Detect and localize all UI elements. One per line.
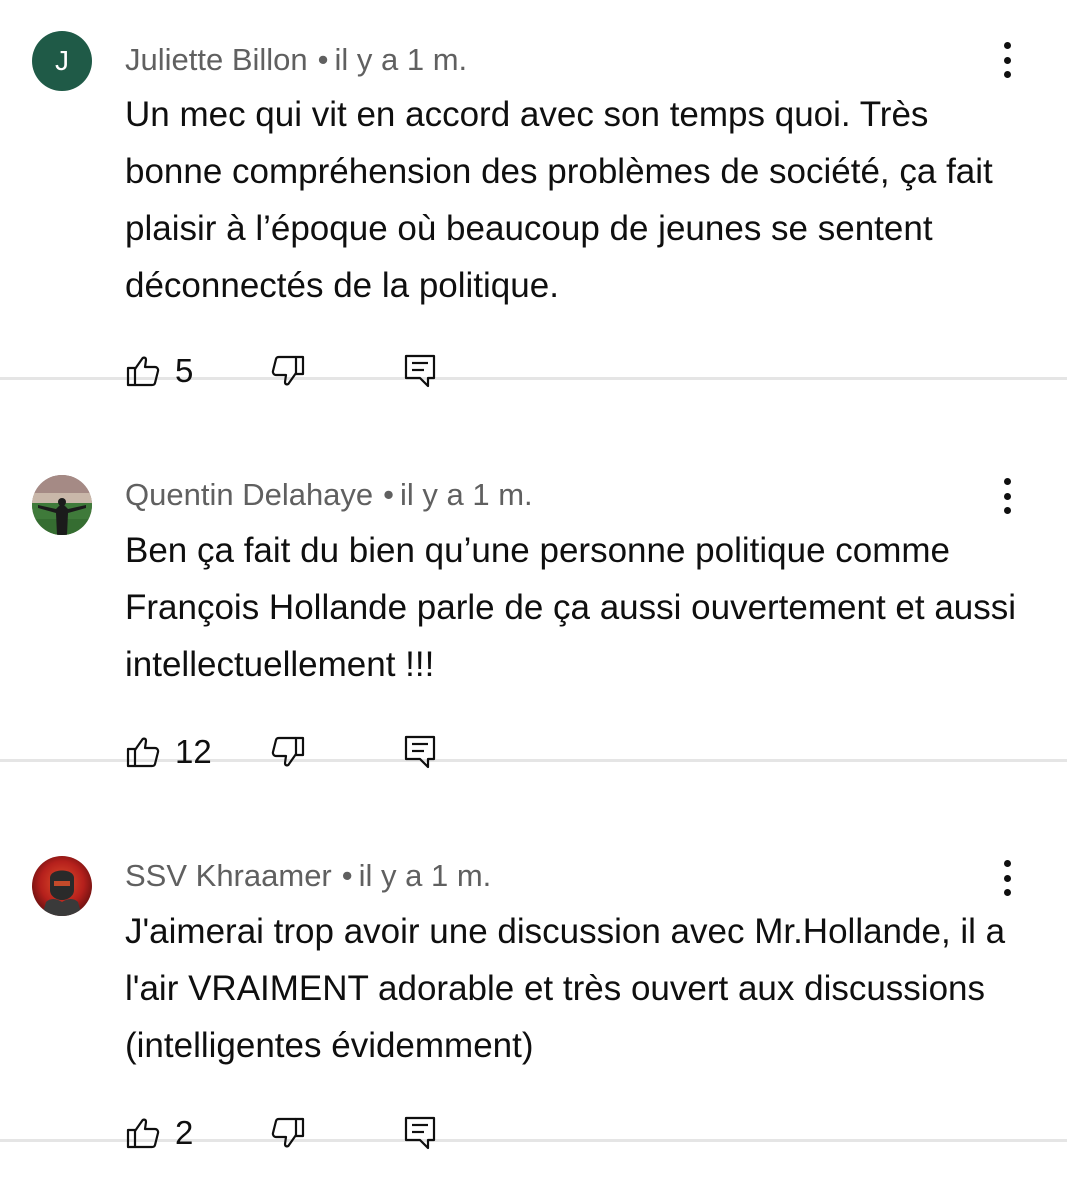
- comment-text: Un mec qui vit en accord avec son temps …: [125, 95, 993, 305]
- comment-actions: 2: [125, 1111, 437, 1155]
- avatar-photo: [32, 856, 92, 916]
- reply-button[interactable]: [403, 1115, 437, 1151]
- author-name[interactable]: SSV Khraamer: [125, 858, 332, 893]
- reply-comment-icon: [404, 1116, 436, 1150]
- comment-item: J Juliette Billon • il y a 1 m. Un mec qui…: [0, 0, 1067, 389]
- author-name[interactable]: Juliette Billon: [125, 42, 308, 77]
- avatar-letter: J: [55, 45, 69, 76]
- more-vertical-icon[interactable]: [995, 40, 1019, 80]
- avatar-photo: [32, 475, 92, 535]
- dislike-button[interactable]: [270, 1116, 403, 1150]
- separator-dot: •: [317, 42, 329, 77]
- thumbs-up-icon: [126, 1118, 160, 1149]
- author-name[interactable]: Quentin Delahaye: [125, 477, 373, 512]
- separator-dot: •: [383, 477, 395, 512]
- avatar[interactable]: [32, 856, 92, 916]
- comment-time: il y a 1 m.: [400, 477, 533, 512]
- comment-header: Juliette Billon • il y a 1 m.: [125, 41, 467, 79]
- comment-text: J'aimerai trop avoir une discussion avec…: [125, 912, 1006, 1065]
- avatar[interactable]: [32, 475, 92, 535]
- comment-item: Quentin Delahaye • il y a 1 m. Ben ça fait…: [0, 380, 1067, 770]
- comment-header: Quentin Delahaye • il y a 1 m.: [125, 476, 533, 514]
- more-vertical-icon[interactable]: [995, 858, 1019, 898]
- separator-dot: •: [341, 858, 353, 893]
- comment-time: il y a 1 m.: [334, 42, 468, 77]
- comment-text: Ben ça fait du bien qu’une personne poli…: [125, 531, 1017, 684]
- comment-item: SSV Khraamer • il y a 1 m. J'aimerai trop …: [0, 762, 1067, 1151]
- comment-header: SSV Khraamer • il y a 1 m.: [125, 857, 491, 895]
- avatar[interactable]: J: [32, 31, 92, 91]
- like-button[interactable]: 2: [125, 1114, 270, 1152]
- like-count: 2: [175, 1114, 194, 1151]
- comment-time: il y a 1 m.: [358, 858, 492, 893]
- more-vertical-icon[interactable]: [995, 476, 1019, 516]
- thumbs-down-icon: [271, 1117, 305, 1148]
